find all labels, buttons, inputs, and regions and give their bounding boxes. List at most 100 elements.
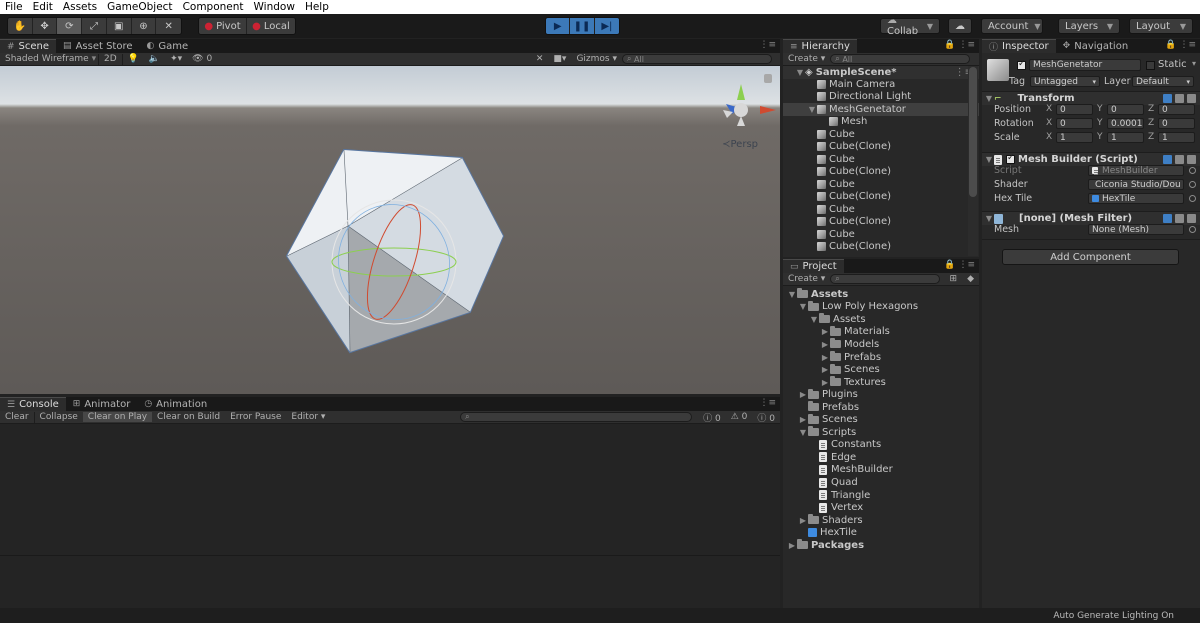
log-count-toggle[interactable]: ⓘ 0 (698, 411, 726, 424)
active-checkbox[interactable] (1017, 59, 1026, 70)
project-item[interactable]: Vertex (783, 501, 979, 514)
local-button[interactable]: ● Local (247, 18, 295, 34)
hierarchy-item[interactable]: Cube (783, 128, 979, 141)
menu-assets[interactable]: Assets (58, 0, 102, 14)
hierarchy-item[interactable]: Cube (783, 203, 979, 216)
layers-dropdown[interactable]: Layers ▼ (1058, 18, 1120, 34)
lock-icon[interactable] (764, 74, 772, 83)
panel-menu-icon[interactable]: ⋮≡ (759, 40, 776, 50)
filter-type-icon[interactable]: ⊞ (945, 274, 963, 284)
object-name-input[interactable]: MeshGenetator (1029, 59, 1141, 71)
panel-menu-icon[interactable]: 🔒 ⋮≡ (944, 260, 975, 270)
custom-tool-button[interactable]: ✕ (156, 18, 181, 34)
tab-navigation[interactable]: ✥ Navigation (1056, 39, 1135, 53)
hierarchy-item[interactable]: Cube (783, 228, 979, 241)
pause-button[interactable]: ❚❚ (570, 18, 595, 34)
project-item[interactable]: Prefabs (783, 401, 979, 414)
project-item[interactable]: ▼ Assets (783, 313, 979, 326)
hierarchy-item[interactable]: Cube(Clone) (783, 166, 979, 179)
clear-on-play-button[interactable]: Clear on Play (82, 412, 153, 422)
menu-gameobject[interactable]: GameObject (102, 0, 177, 14)
transform-x-input[interactable]: 1 (1056, 132, 1093, 143)
collab-dropdown[interactable]: ☁ Collab ▼ (880, 15, 940, 37)
tab-inspector[interactable]: ⓘ Inspector (982, 39, 1056, 53)
persp-label[interactable]: ≺Persp (722, 139, 758, 150)
hierarchy-item[interactable]: Cube (783, 153, 979, 166)
orientation-gizmo[interactable] (723, 84, 776, 126)
project-item[interactable]: Triangle (783, 489, 979, 502)
help-icon[interactable] (1163, 214, 1172, 223)
play-button[interactable]: ▶ (546, 18, 571, 34)
step-button[interactable]: ▶| (594, 18, 619, 34)
filter-label-icon[interactable]: ◆ (962, 274, 979, 284)
project-item[interactable]: ▶ Plugins (783, 388, 979, 401)
mesh-builder-enabled-checkbox[interactable] (1006, 153, 1015, 164)
project-item[interactable]: MeshBuilder (783, 464, 979, 477)
gizmos-dropdown[interactable]: Gizmos ▾ (571, 54, 622, 64)
gear-icon[interactable] (1187, 214, 1196, 223)
help-icon[interactable] (1163, 155, 1172, 164)
chevron-down-icon[interactable]: ▼ (798, 428, 808, 437)
object-picker-icon[interactable] (1189, 195, 1196, 202)
hidden-objects-toggle[interactable]: 👁 0 (187, 54, 217, 64)
chevron-right-icon[interactable]: ▶ (820, 327, 830, 336)
static-checkbox[interactable] (1146, 61, 1155, 70)
hand-tool-button[interactable]: ✋ (8, 18, 33, 34)
hierarchy-item[interactable]: Cube(Clone) (783, 216, 979, 229)
move-tool-button[interactable]: ✥ (32, 18, 58, 34)
chevron-down-icon[interactable]: ▼ (807, 105, 817, 114)
menu-file[interactable]: File (0, 0, 28, 14)
scale-tool-button[interactable]: ⤢ (82, 18, 107, 34)
tab-hierarchy[interactable]: ≡ Hierarchy (783, 39, 857, 53)
panel-menu-icon[interactable]: 🔒 ⋮≡ (944, 40, 975, 50)
warning-count-toggle[interactable]: ⚠ 0 (726, 412, 753, 422)
hierarchy-item[interactable]: Cube (783, 178, 979, 191)
pivot-button[interactable]: ● Pivot (199, 18, 248, 34)
transform-x-input[interactable]: 0 (1056, 104, 1093, 115)
shader-field[interactable]: Ciconia Studio/Dou (1088, 179, 1184, 190)
clear-on-build-button[interactable]: Clear on Build (152, 412, 225, 422)
chevron-right-icon[interactable]: ▶ (820, 365, 830, 374)
menu-component[interactable]: Component (178, 0, 249, 14)
audio-toggle-icon[interactable]: 🔈 (144, 54, 165, 64)
editor-dropdown[interactable]: Editor ▾ (286, 412, 330, 422)
scene-search-input[interactable]: ⌕ All (622, 54, 772, 64)
transform-y-input[interactable]: 0 (1107, 104, 1144, 115)
object-picker-icon[interactable] (1189, 226, 1196, 233)
project-item[interactable]: Edge (783, 451, 979, 464)
project-create-dropdown[interactable]: Create ▾ (783, 274, 830, 284)
error-count-toggle[interactable]: ⓘ 0 (752, 411, 780, 424)
error-pause-button[interactable]: Error Pause (225, 412, 286, 422)
presets-icon[interactable] (1175, 155, 1184, 164)
chevron-right-icon[interactable]: ▶ (798, 415, 808, 424)
project-item[interactable]: ▶ Shaders (783, 514, 979, 527)
menu-help[interactable]: Help (300, 0, 334, 14)
chevron-right-icon[interactable]: ▶ (798, 516, 808, 525)
help-icon[interactable] (1163, 94, 1172, 103)
gear-icon[interactable] (1187, 155, 1196, 164)
project-search-input[interactable]: ⌕ (830, 274, 941, 284)
clear-button[interactable]: Clear (0, 412, 34, 422)
layout-dropdown[interactable]: Layout ▼ (1129, 18, 1193, 34)
hierarchy-create-dropdown[interactable]: Create ▾ (783, 54, 830, 64)
cloud-button[interactable]: ☁ (948, 18, 972, 34)
tab-project[interactable]: ▭ Project (783, 259, 844, 273)
project-item[interactable]: ▶ Packages (783, 539, 979, 552)
hierarchy-item[interactable]: Cube(Clone) (783, 191, 979, 204)
project-item[interactable]: Quad (783, 476, 979, 489)
rotate-tool-button[interactable]: ⟳ (57, 18, 83, 34)
chevron-right-icon[interactable]: ▶ (820, 340, 830, 349)
hextile-field[interactable]: HexTile (1088, 193, 1184, 204)
chevron-right-icon[interactable]: ▶ (820, 353, 830, 362)
gear-icon[interactable] (1187, 94, 1196, 103)
project-item[interactable]: ▶ Materials (783, 325, 979, 339)
project-item[interactable]: ▶ Textures (783, 376, 979, 389)
transform-y-input[interactable]: 1 (1107, 132, 1144, 143)
effects-toggle-icon[interactable]: ✦▾ (165, 54, 187, 64)
draw-mode-dropdown[interactable]: Shaded Wireframe ▾ (0, 54, 98, 64)
project-item[interactable]: Constants (783, 439, 979, 452)
project-item[interactable]: ▶ Prefabs (783, 351, 979, 364)
project-item[interactable]: ▶ Scenes (783, 363, 979, 376)
panel-menu-icon[interactable]: ⋮≡ (759, 398, 776, 408)
presets-icon[interactable] (1175, 214, 1184, 223)
